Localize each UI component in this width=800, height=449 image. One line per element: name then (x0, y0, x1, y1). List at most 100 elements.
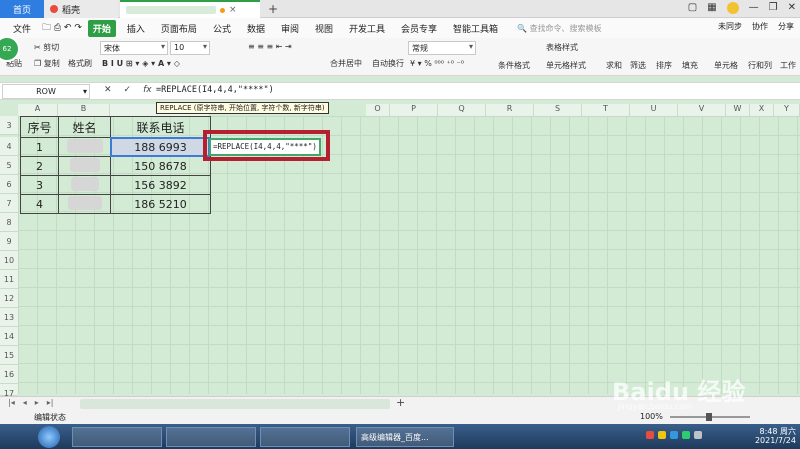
tray-icons[interactable] (646, 431, 702, 439)
conditional-format-button[interactable]: 条件格式 (498, 60, 530, 71)
menu-formulas[interactable]: 公式 (208, 20, 236, 37)
column-header[interactable]: U (630, 104, 678, 116)
menu-data[interactable]: 数据 (242, 20, 270, 37)
header-cell-no[interactable]: 序号 (20, 116, 59, 138)
avatar[interactable] (726, 2, 739, 14)
tray-s-icon[interactable] (646, 431, 654, 439)
sum-button[interactable]: 求和 (606, 60, 622, 71)
row-header[interactable]: 14 (0, 327, 18, 346)
column-header[interactable]: V (678, 104, 726, 116)
column-header[interactable]: X (750, 104, 774, 116)
row-header[interactable]: 3 (0, 116, 18, 135)
row-header[interactable]: 9 (0, 232, 18, 251)
column-header[interactable]: B (58, 104, 110, 116)
cell-no[interactable]: 3 (20, 175, 59, 195)
taskbar-app-blurred[interactable] (166, 427, 256, 447)
tray-volume-icon[interactable] (694, 431, 702, 439)
menu-smart-toolbox[interactable]: 智能工具箱 (448, 20, 503, 37)
cell-no[interactable]: 4 (20, 194, 59, 214)
column-header[interactable]: Q (438, 104, 486, 116)
column-header[interactable]: S (534, 104, 582, 116)
fill-button[interactable]: 填充 (682, 60, 698, 71)
row-header[interactable]: 15 (0, 346, 18, 365)
row-col-button[interactable]: 行和列 (748, 60, 772, 71)
row-header[interactable]: 11 (0, 270, 18, 289)
zoom-slider-handle[interactable] (706, 413, 712, 421)
column-header[interactable]: Y (774, 104, 800, 116)
tray-network-icon[interactable] (670, 431, 678, 439)
clock[interactable]: 8:48 周六 2021/7/24 (755, 427, 796, 445)
cell-no[interactable]: 2 (20, 156, 59, 176)
align-buttons[interactable]: ≡ ≡ ≡ ⇤ ⇥ (248, 42, 292, 51)
add-sheet-button[interactable]: + (396, 396, 405, 409)
sheet-nav-buttons[interactable]: |◂ ◂ ▸ ▸| (8, 398, 53, 407)
new-tab-button[interactable]: + (268, 2, 278, 16)
first-sheet-icon[interactable]: |◂ (8, 398, 15, 407)
wrap-text-button[interactable]: 自动换行 (372, 58, 404, 69)
column-header[interactable]: T (582, 104, 630, 116)
row-header[interactable]: 16 (0, 365, 18, 384)
menu-file[interactable]: 文件 (8, 20, 36, 37)
row-header[interactable]: 5 (0, 156, 18, 175)
start-button-icon[interactable] (38, 426, 60, 448)
tab-docer[interactable]: 稻壳 (44, 0, 118, 18)
next-sheet-icon[interactable]: ▸ (35, 398, 39, 407)
cell-button[interactable]: 单元格 (714, 60, 738, 71)
cell-style-button[interactable]: 单元格样式 (546, 60, 586, 71)
cell-phone[interactable]: 156 3892 (110, 175, 211, 195)
minimize-icon[interactable]: — (749, 2, 759, 14)
quick-access-icons[interactable]: 🗀 ⎙ ↶ ↷ (42, 20, 82, 36)
merge-center-button[interactable]: 合并居中 (330, 58, 362, 69)
tray-app-icon[interactable] (682, 431, 690, 439)
restore-icon[interactable]: ❐ (769, 2, 778, 14)
sync-status[interactable]: 未同步 (718, 21, 742, 32)
cancel-icon[interactable]: ✕ (104, 85, 112, 95)
name-box[interactable]: ROW (2, 84, 90, 99)
row-header[interactable]: 13 (0, 308, 18, 327)
font-style-buttons[interactable]: B I U ⊞ ▾ ◈ ▾ A ▾ ◇ (102, 59, 180, 68)
prev-sheet-icon[interactable]: ◂ (23, 398, 27, 407)
menu-view[interactable]: 视图 (310, 20, 338, 37)
font-size-select[interactable]: 10 (170, 41, 210, 55)
sort-button[interactable]: 排序 (656, 60, 672, 71)
tray-ime-icon[interactable] (658, 431, 666, 439)
cell-phone[interactable]: 150 8678 (110, 156, 211, 176)
tab-current-workbook[interactable]: × (120, 0, 260, 18)
confirm-icon[interactable]: ✓ (124, 85, 132, 95)
cell-name[interactable] (58, 137, 111, 157)
number-format-select[interactable]: 常规 (408, 41, 476, 55)
column-header[interactable]: P (390, 104, 438, 116)
tab-home[interactable]: 首页 (0, 0, 44, 18)
command-search[interactable]: 🔍 查找命令、搜索模板 (517, 23, 602, 34)
format-painter-button[interactable]: 格式刷 (68, 58, 92, 69)
grid-icon[interactable]: ▦ (707, 2, 716, 14)
last-sheet-icon[interactable]: ▸| (47, 398, 54, 407)
filter-button[interactable]: 筛选 (630, 60, 646, 71)
header-cell-name[interactable]: 姓名 (58, 116, 111, 138)
share-button[interactable]: 分享 (778, 21, 794, 32)
cell-phone[interactable]: 186 5210 (110, 194, 211, 214)
layout-icon[interactable]: ▢ (688, 2, 697, 14)
collaborate-button[interactable]: 协作 (752, 21, 768, 32)
menu-developer[interactable]: 开发工具 (344, 20, 390, 37)
menu-member[interactable]: 会员专享 (396, 20, 442, 37)
taskbar-browser-task[interactable]: 高级编辑器_百度... (356, 427, 454, 447)
row-header[interactable]: 10 (0, 251, 18, 270)
sheet-tabs-blurred[interactable] (80, 399, 390, 409)
cell-name[interactable] (58, 194, 111, 214)
formula-input[interactable]: =REPLACE(I4,4,4,"****") (156, 85, 274, 95)
taskbar-app-blurred[interactable] (72, 427, 162, 447)
worksheet-button[interactable]: 工作 (780, 60, 796, 71)
row-header[interactable]: 4 (0, 137, 18, 156)
number-format-buttons[interactable]: ¥ ▾ % ⁰⁰⁰ ⁺⁰ ⁻⁰ (410, 59, 464, 68)
taskbar-app-blurred[interactable] (260, 427, 350, 447)
table-style-button[interactable]: 表格样式 (546, 42, 578, 53)
menu-insert[interactable]: 插入 (122, 20, 150, 37)
menu-home[interactable]: 开始 (87, 19, 116, 37)
row-header[interactable]: 17 (0, 384, 18, 398)
menu-page-layout[interactable]: 页面布局 (156, 20, 202, 37)
fx-icon[interactable]: fx (143, 85, 152, 95)
close-icon[interactable]: ✕ (788, 2, 796, 14)
header-cell-phone[interactable]: 联系电话 (110, 116, 211, 138)
copy-button[interactable]: ❐ 复制 (34, 58, 60, 69)
